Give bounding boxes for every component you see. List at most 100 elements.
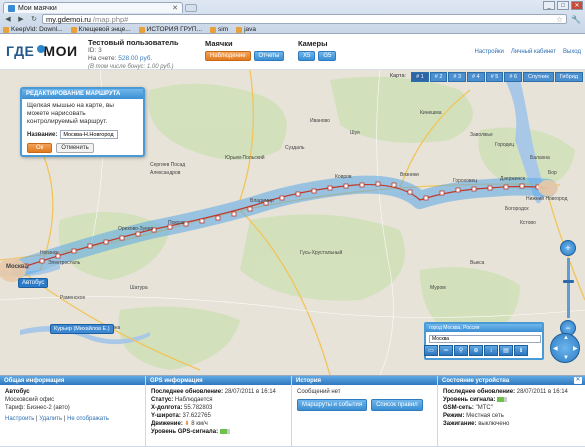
vehicle-name: Автобус bbox=[5, 389, 30, 395]
city-label: Заволжье bbox=[470, 132, 493, 138]
vehicle-office: Московский офис bbox=[5, 397, 55, 403]
ruler-icon[interactable]: ═ bbox=[439, 345, 453, 356]
map-area[interactable]: Карта: # 1 # 2 # 3 # 4 # 5 # 6 Спутник Г… bbox=[0, 70, 585, 375]
city-label: Муром bbox=[430, 285, 446, 291]
city-label: Нижний Новгород bbox=[526, 196, 568, 202]
bookmark-icon bbox=[138, 26, 145, 33]
close-window-icon[interactable]: ✕ bbox=[571, 1, 583, 10]
gps-speed: 8 км/ч bbox=[191, 421, 208, 427]
vehicle-marker-bus[interactable]: Автобус bbox=[18, 278, 49, 288]
zoom-in-icon[interactable]: + bbox=[560, 240, 576, 256]
history-title: История bbox=[292, 376, 437, 385]
bookmark-item[interactable]: java bbox=[236, 26, 256, 33]
settings-link[interactable]: Настройки bbox=[474, 49, 503, 55]
maximize-icon[interactable]: □ bbox=[557, 1, 569, 10]
browser-chrome: Мои маячки ✕ _ □ ✕ ◀ ▶ ↻ my.gdemoi.ru/ma… bbox=[0, 0, 585, 34]
city-label: Кинешма bbox=[420, 110, 442, 116]
search-icon[interactable]: ⚲ bbox=[454, 345, 468, 356]
city-label: Покров bbox=[168, 220, 185, 226]
tab-title: Мои маячки bbox=[18, 4, 57, 12]
city-label: Электросталь bbox=[48, 260, 81, 266]
map-tab-hybrid[interactable]: Гибрид bbox=[554, 72, 583, 82]
map-tab[interactable]: # 4 bbox=[467, 72, 485, 82]
close-tab-icon[interactable]: ✕ bbox=[172, 4, 178, 12]
map-tools: ▭ ═ ⚲ ⊕ ↕ ▤ ℹ bbox=[424, 345, 528, 356]
city-label: Вязники bbox=[400, 172, 419, 178]
bookmark-item[interactable]: Клещевой энце... bbox=[70, 26, 131, 33]
city-label: Богородск bbox=[505, 206, 529, 212]
user-name: Тестовый пользователь bbox=[88, 38, 179, 47]
new-tab-button[interactable] bbox=[185, 4, 197, 12]
hide-link[interactable]: Не отображать bbox=[67, 416, 109, 422]
address-bar[interactable]: my.gdemoi.ru/map.php# ☆ bbox=[42, 14, 567, 24]
city-label: Владимир bbox=[250, 198, 274, 204]
map-tab[interactable]: # 2 bbox=[429, 72, 448, 82]
city-label: Александров bbox=[150, 170, 181, 176]
top-links: Настройки Личный кабинет Выход bbox=[474, 49, 581, 55]
device-mode: Местная сеть bbox=[466, 413, 504, 419]
bookmark-item[interactable]: sim bbox=[210, 26, 228, 33]
route-cancel-button[interactable]: Отменить bbox=[56, 143, 94, 153]
gsm-signal-bars-icon bbox=[497, 396, 508, 402]
camera-g5-button[interactable]: G5 bbox=[318, 51, 337, 61]
zoom-slider-handle[interactable] bbox=[563, 280, 574, 283]
camera-x5-button[interactable]: X5 bbox=[298, 51, 316, 61]
delete-link[interactable]: Удалить bbox=[39, 416, 62, 422]
nav-bar: ◀ ▶ ↻ my.gdemoi.ru/map.php# ☆ 🔧 bbox=[0, 13, 585, 25]
close-panel-icon[interactable]: ✕ bbox=[574, 377, 582, 384]
zoom-slider[interactable] bbox=[563, 258, 574, 318]
map-tab[interactable]: # 5 bbox=[485, 72, 504, 82]
general-info-panel: Общая информация Автобус Московский офис… bbox=[0, 376, 146, 447]
layers-icon[interactable]: ▤ bbox=[499, 345, 513, 356]
routes-events-button[interactable]: Маршруты и события bbox=[297, 399, 368, 411]
pan-control[interactable]: ▲ ▼ ◀ ▶ bbox=[550, 333, 580, 363]
history-panel: История Сообщений нет Маршруты и события… bbox=[292, 376, 438, 447]
reload-icon[interactable]: ↻ bbox=[29, 15, 39, 24]
map-tab-satellite[interactable]: Спутник bbox=[523, 72, 554, 82]
measure-tool-icon[interactable]: ▭ bbox=[424, 345, 438, 356]
zoom-control: + − bbox=[557, 240, 579, 336]
city-label: Орехово-Зуево bbox=[118, 226, 154, 232]
info-icon[interactable]: ℹ bbox=[514, 345, 528, 356]
map-tab[interactable]: # 1 bbox=[411, 72, 429, 82]
route-name-input[interactable] bbox=[60, 130, 119, 139]
rules-list-button[interactable]: Список правил bbox=[371, 399, 423, 411]
minimize-icon[interactable]: _ bbox=[543, 1, 555, 10]
bookmarks-bar: KeepVid: Downl... Клещевой энце... ИСТОР… bbox=[0, 25, 585, 34]
reports-button[interactable]: Отчеты bbox=[253, 51, 285, 61]
city-label: Иваново bbox=[310, 118, 330, 124]
pan-right-icon[interactable]: ▶ bbox=[573, 345, 578, 352]
pan-down-icon[interactable]: ▼ bbox=[563, 355, 569, 361]
bookmark-item[interactable]: ИСТОРИЯ ГРУП... bbox=[138, 26, 202, 33]
history-message: Сообщений нет bbox=[297, 389, 341, 395]
observe-button[interactable]: Наблюдение bbox=[205, 51, 251, 61]
wrench-icon[interactable]: 🔧 bbox=[570, 15, 582, 24]
gps-longitude: 55.782803 bbox=[184, 405, 213, 411]
pan-up-icon[interactable]: ▲ bbox=[563, 335, 569, 341]
logo-pin-icon bbox=[37, 45, 45, 53]
account-link[interactable]: Личный кабинет bbox=[511, 49, 556, 55]
route-edit-panel: РЕДАКТИРОВАНИЕ МАРШРУТА Щелкая мышью на … bbox=[20, 87, 145, 157]
map-tab[interactable]: # 6 bbox=[504, 72, 523, 82]
bookmark-item[interactable]: KeepVid: Downl... bbox=[3, 26, 63, 33]
pan-left-icon[interactable]: ◀ bbox=[553, 345, 558, 352]
back-icon[interactable]: ◀ bbox=[3, 15, 13, 24]
route-tool-icon[interactable]: ↕ bbox=[484, 345, 498, 356]
bookmark-star-icon[interactable]: ☆ bbox=[556, 15, 563, 24]
logout-link[interactable]: Выход bbox=[563, 49, 581, 55]
browser-tab[interactable]: Мои маячки ✕ bbox=[3, 2, 183, 13]
forward-icon[interactable]: ▶ bbox=[16, 15, 26, 24]
city-label: Кстово bbox=[520, 220, 536, 226]
map-search-input[interactable] bbox=[429, 335, 541, 343]
route-edit-title: РЕДАКТИРОВАНИЕ МАРШРУТА bbox=[22, 89, 143, 99]
url-host: my.gdemoi.ru bbox=[46, 14, 91, 24]
route-name-label: Название: bbox=[27, 131, 58, 138]
zoom-area-icon[interactable]: ⊕ bbox=[469, 345, 483, 356]
configure-link[interactable]: Настроить bbox=[5, 416, 34, 422]
city-label: Юрьев-Польский bbox=[225, 155, 265, 161]
vehicle-marker-courier[interactable]: Курьер (Михайлов Е.) bbox=[50, 324, 114, 334]
route-ok-button[interactable]: Ок bbox=[27, 143, 53, 153]
cameras-section: Камеры X5 G5 bbox=[298, 39, 337, 61]
general-info-title: Общая информация bbox=[0, 376, 145, 385]
map-tab[interactable]: # 3 bbox=[448, 72, 467, 82]
